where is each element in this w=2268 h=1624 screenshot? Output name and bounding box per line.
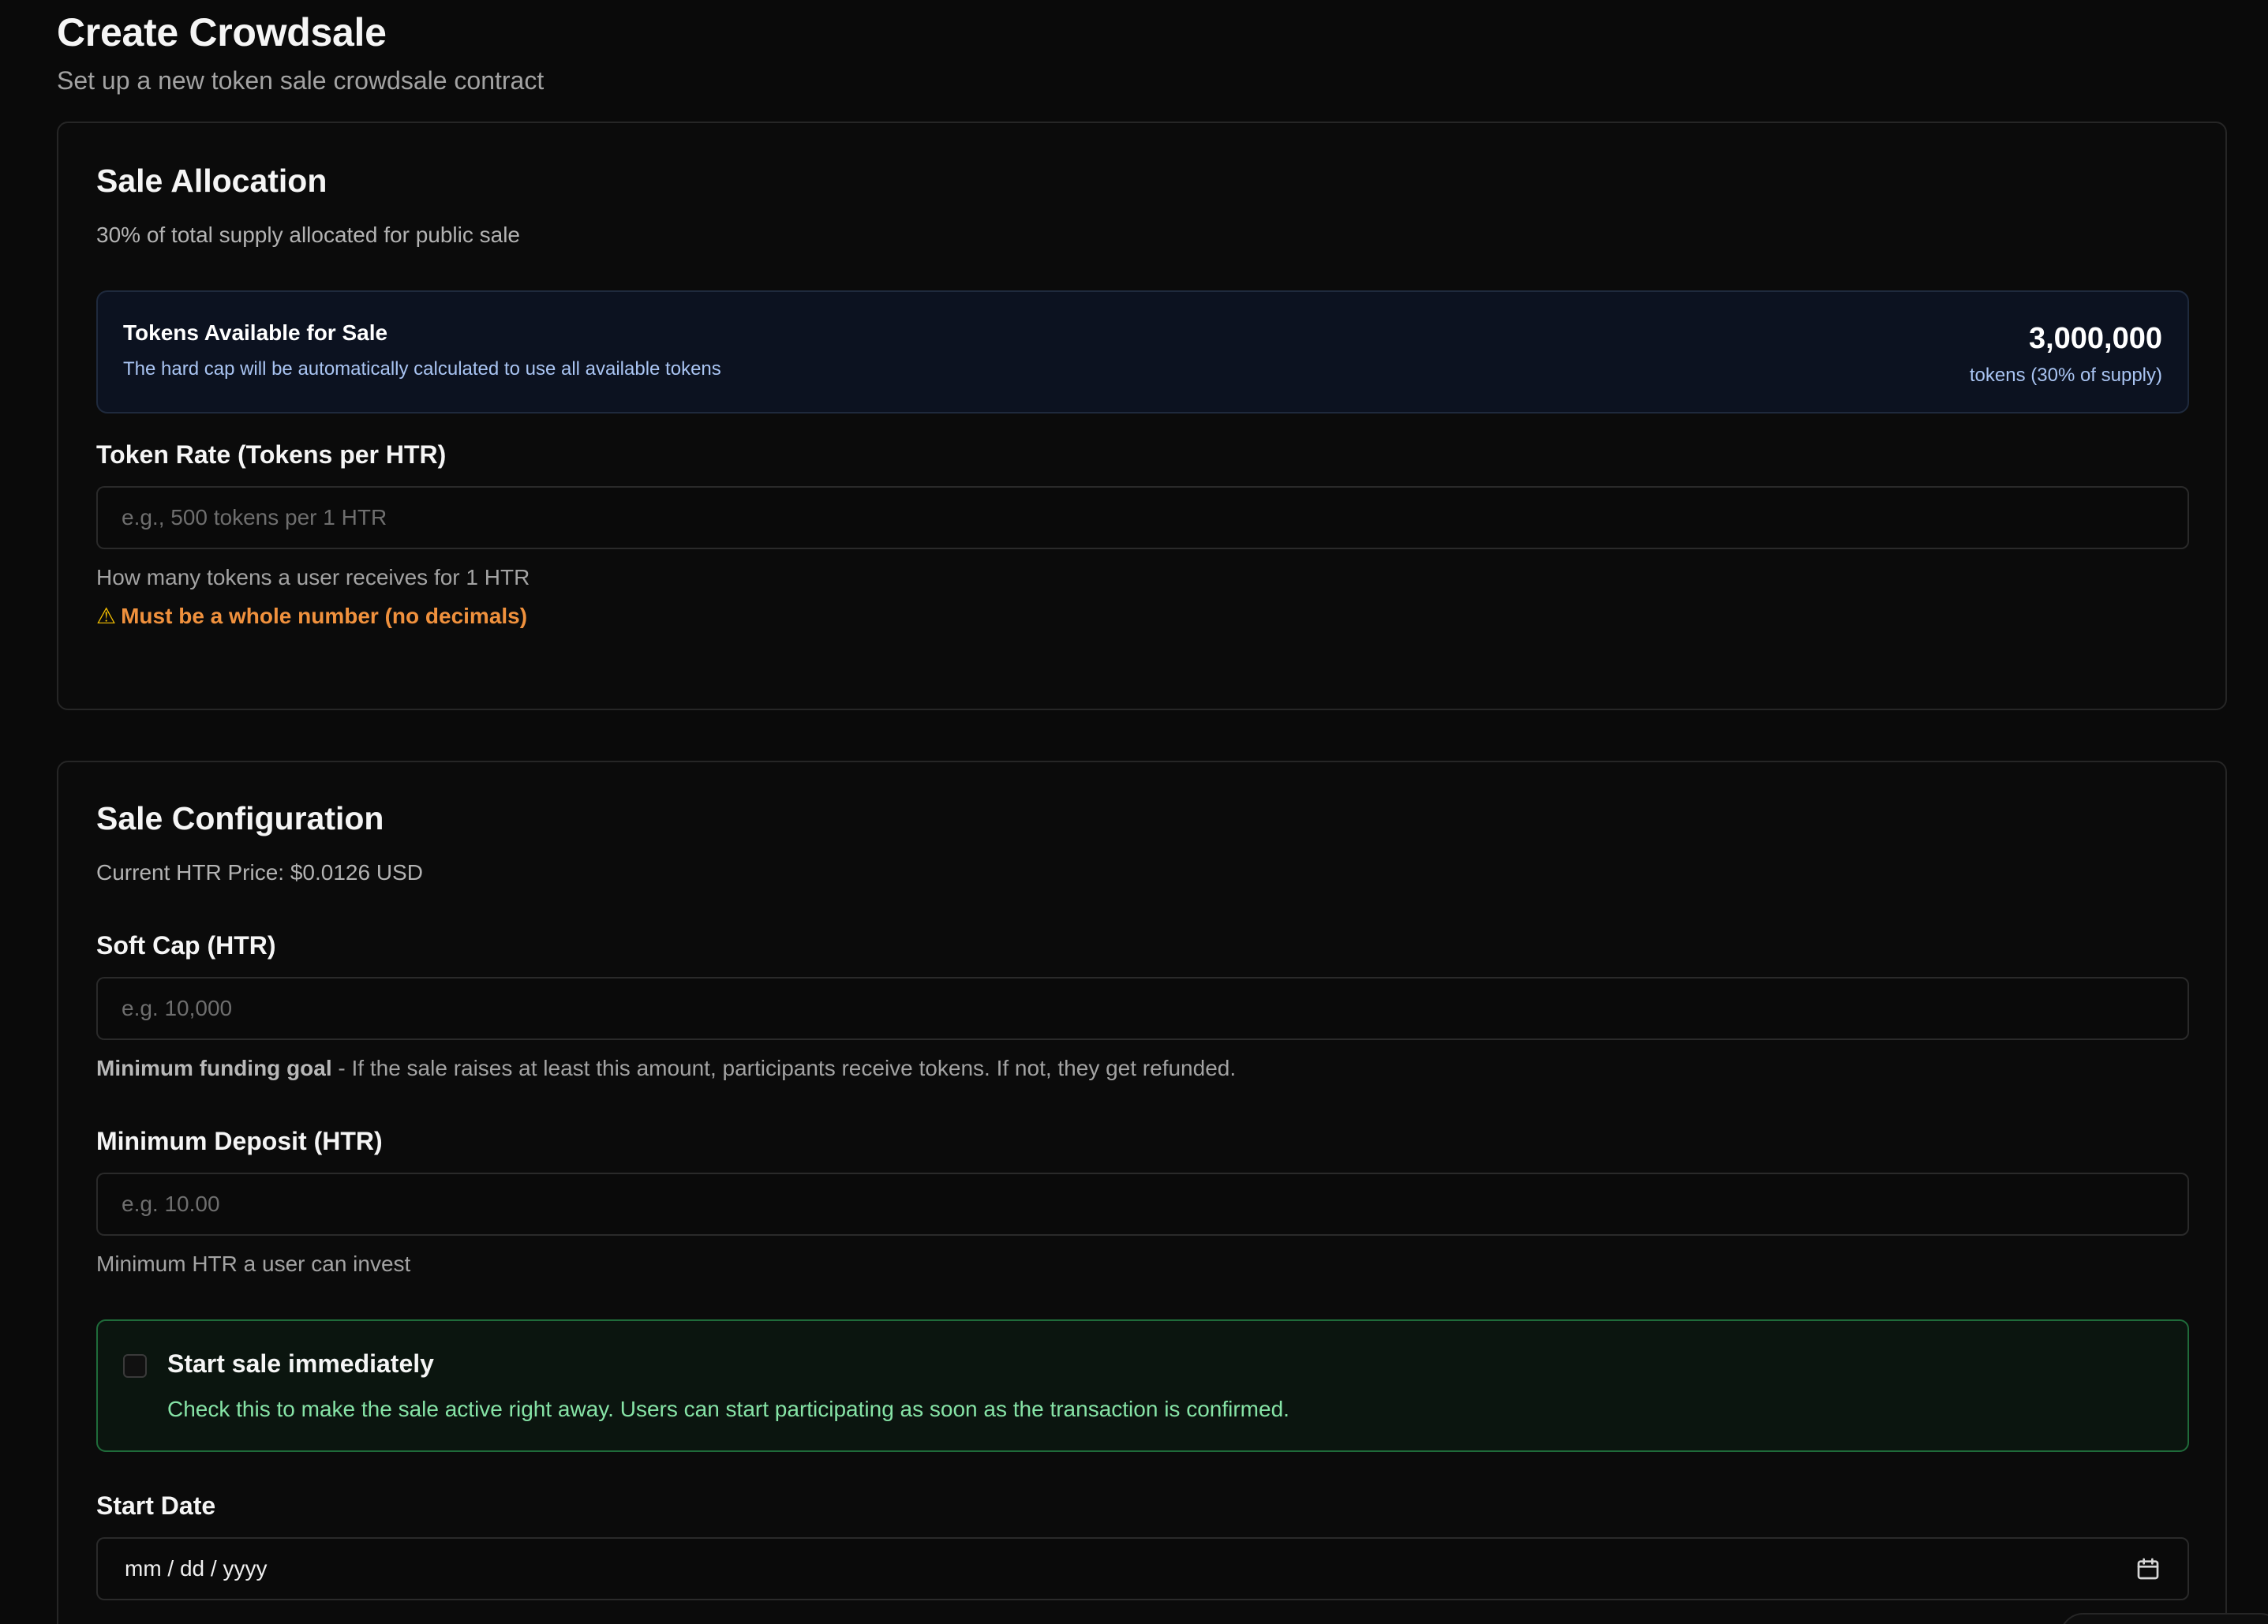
min-deposit-input[interactable] <box>96 1173 2189 1236</box>
token-rate-warning-text: Must be a whole number (no decimals) <box>121 604 528 628</box>
calendar-icon[interactable] <box>2135 1556 2161 1581</box>
start-immediately-title: Start sale immediately <box>167 1349 434 1378</box>
page-title: Create Crowdsale <box>57 10 387 54</box>
tokens-available-amount: 3,000,000 <box>2028 322 2162 355</box>
htr-price-text: Current HTR Price: $0.0126 USD <box>96 860 423 885</box>
start-date-input[interactable]: mm / dd / yyyy <box>96 1537 2189 1600</box>
soft-cap-input[interactable] <box>96 977 2189 1040</box>
sale-allocation-description: 30% of total supply allocated for public… <box>96 223 520 247</box>
start-immediately-box[interactable]: Start sale immediately Check this to mak… <box>96 1319 2189 1452</box>
start-immediately-description: Check this to make the sale active right… <box>167 1397 1289 1421</box>
token-rate-help: How many tokens a user receives for 1 HT… <box>96 565 530 589</box>
warning-icon: ⚠ <box>96 604 117 628</box>
start-date-label: Start Date <box>96 1491 216 1520</box>
tokens-available-amount-sub: tokens (30% of supply) <box>1969 365 2162 386</box>
soft-cap-help-bold: Minimum funding goal <box>96 1056 332 1080</box>
page-subtitle: Set up a new token sale crowdsale contra… <box>57 66 545 95</box>
min-deposit-help: Minimum HTR a user can invest <box>96 1252 411 1276</box>
soft-cap-help-text: - If the sale raises at least this amoun… <box>331 1056 1237 1080</box>
tokens-available-label: Tokens Available for Sale <box>123 320 388 345</box>
soft-cap-help: Minimum funding goal - If the sale raise… <box>96 1056 1236 1081</box>
start-immediately-checkbox[interactable] <box>123 1354 147 1378</box>
start-date-value: mm / dd / yyyy <box>125 1556 268 1581</box>
token-rate-label: Token Rate (Tokens per HTR) <box>96 440 447 469</box>
token-rate-input[interactable] <box>96 486 2189 549</box>
create-crowdsale-page: Create Crowdsale Set up a new token sale… <box>0 0 2268 1624</box>
sale-configuration-title: Sale Configuration <box>96 800 384 836</box>
tokens-available-hint: The hard cap will be automatically calcu… <box>123 358 721 380</box>
sale-allocation-card: Sale Allocation 30% of total supply allo… <box>57 122 2227 710</box>
sale-allocation-title: Sale Allocation <box>96 163 327 199</box>
soft-cap-label: Soft Cap (HTR) <box>96 931 276 960</box>
tokens-available-box: Tokens Available for Sale The hard cap w… <box>96 290 2189 413</box>
token-rate-warning: ⚠ Must be a whole number (no decimals) <box>96 603 527 629</box>
min-deposit-label: Minimum Deposit (HTR) <box>96 1127 383 1155</box>
floating-widget[interactable] <box>2060 1613 2268 1624</box>
sale-configuration-card: Sale Configuration Current HTR Price: $0… <box>57 761 2227 1624</box>
